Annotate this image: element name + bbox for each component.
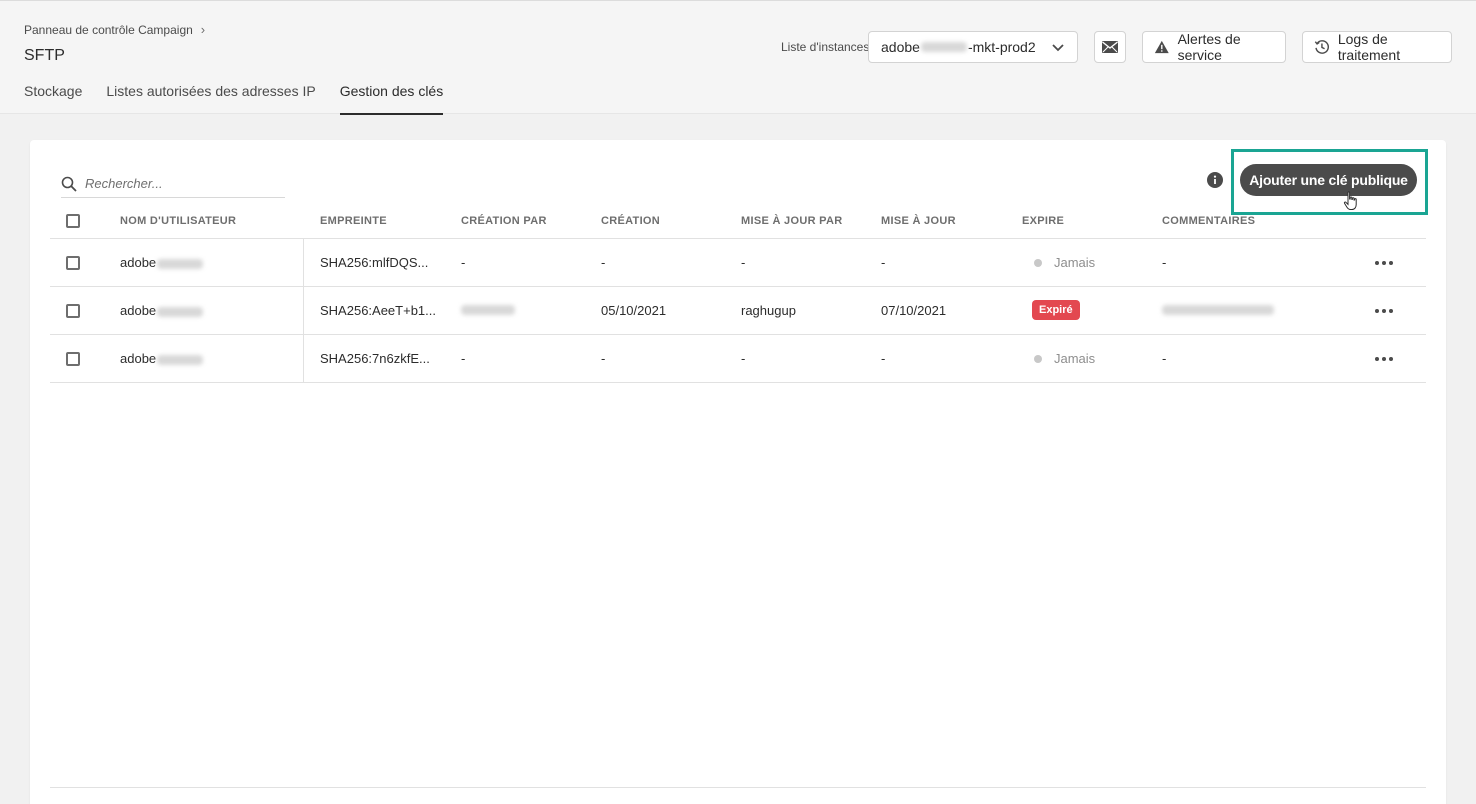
- username-cell: adobe: [120, 303, 204, 318]
- chevron-right-icon: ›: [200, 22, 206, 37]
- column-header-created-by[interactable]: CRÉATION PAR: [461, 215, 547, 227]
- table-footer-divider: [50, 787, 1426, 788]
- column-divider: [303, 287, 304, 335]
- redacted-text: [461, 305, 515, 315]
- username-text: adobe: [120, 255, 157, 270]
- updated-by-cell: raghugup: [741, 303, 796, 318]
- history-icon: [1314, 40, 1329, 54]
- created-by-cell: -: [461, 255, 466, 270]
- column-header-fingerprint[interactable]: EMPREINTE: [320, 215, 387, 227]
- created-cell: -: [601, 351, 606, 366]
- tab-storage[interactable]: Stockage: [24, 83, 82, 115]
- column-header-username[interactable]: NOM D'UTILISATEUR: [120, 215, 236, 227]
- column-divider: [303, 239, 304, 287]
- info-icon[interactable]: [1207, 172, 1223, 188]
- email-alert-button[interactable]: [1094, 31, 1126, 63]
- instance-value-prefix: adobe: [881, 39, 920, 55]
- instance-list-label: Liste d'instances: [781, 40, 870, 54]
- breadcrumb-link[interactable]: Panneau de contrôle Campaign: [24, 23, 193, 37]
- username-text: adobe: [120, 303, 157, 318]
- updated-by-cell: -: [741, 255, 746, 270]
- processing-logs-button[interactable]: Logs de traitement: [1302, 31, 1452, 63]
- redacted-text: [920, 42, 967, 52]
- status-dot: [1034, 354, 1042, 363]
- created-by-cell: -: [461, 351, 466, 366]
- updated-cell: -: [881, 351, 886, 366]
- column-header-updated[interactable]: MISE À JOUR: [881, 215, 956, 227]
- redacted-text: [157, 306, 204, 317]
- add-public-key-button[interactable]: Ajouter une clé publique: [1240, 164, 1417, 196]
- column-header-updated-by[interactable]: MISE À JOUR PAR: [741, 215, 842, 227]
- table-row[interactable]: adobe SHA256:7n6zkfE... - - - - Jamais -: [50, 335, 1426, 383]
- tab-key-management[interactable]: Gestion des clés: [339, 83, 443, 115]
- select-all-checkbox[interactable]: [66, 214, 80, 228]
- expires-text: Jamais: [1054, 255, 1096, 270]
- breadcrumb: Panneau de contrôle Campaign ›: [24, 22, 205, 37]
- table-row[interactable]: adobe SHA256:mlfDQS... - - - - Jamais -: [50, 239, 1426, 287]
- column-header-expires[interactable]: EXPIRE: [1022, 215, 1064, 227]
- table-header: NOM D'UTILISATEUR EMPREINTE CRÉATION PAR…: [50, 208, 1426, 239]
- search-icon: [61, 176, 77, 192]
- mail-icon: [1102, 41, 1118, 53]
- expires-text: Jamais: [1054, 351, 1096, 366]
- table-row[interactable]: adobe SHA256:AeeT+b1... 05/10/2021 raghu…: [50, 287, 1426, 335]
- instance-select[interactable]: adobe -mkt-prod2: [868, 31, 1078, 63]
- processing-logs-label: Logs de traitement: [1337, 31, 1401, 63]
- more-actions-button[interactable]: [1372, 301, 1396, 321]
- fingerprint-cell: SHA256:mlfDQS...: [320, 255, 429, 270]
- row-checkbox[interactable]: [66, 256, 80, 270]
- expires-cell: Jamais: [1034, 255, 1095, 270]
- warning-icon: [1154, 40, 1169, 54]
- comments-cell: [1162, 303, 1274, 318]
- search-field[interactable]: Rechercher...: [61, 170, 285, 198]
- fingerprint-cell: SHA256:7n6zkfE...: [320, 351, 430, 366]
- column-divider: [303, 335, 304, 383]
- username-text: adobe: [120, 351, 157, 366]
- tab-bar: Stockage Listes autorisées des adresses …: [24, 83, 443, 115]
- service-alerts-label: Alertes de service: [1177, 31, 1241, 63]
- row-checkbox[interactable]: [66, 304, 80, 318]
- username-cell: adobe: [120, 351, 204, 366]
- updated-cell: 07/10/2021: [881, 303, 947, 318]
- instance-value-suffix: -mkt-prod2: [967, 39, 1036, 55]
- column-header-created[interactable]: CRÉATION: [601, 215, 660, 227]
- search-input[interactable]: Rechercher...: [85, 176, 163, 191]
- expired-badge: Expiré: [1032, 300, 1080, 320]
- app-header: Panneau de contrôle Campaign › SFTP Stoc…: [0, 0, 1476, 115]
- created-by-cell: [461, 303, 515, 318]
- chevron-down-icon: [1052, 44, 1064, 52]
- more-actions-button[interactable]: [1372, 253, 1396, 273]
- redacted-text: [1162, 305, 1274, 315]
- comments-cell: -: [1162, 351, 1167, 366]
- comments-cell: -: [1162, 255, 1167, 270]
- service-alerts-button[interactable]: Alertes de service: [1142, 31, 1286, 63]
- expires-cell: Jamais: [1034, 351, 1095, 366]
- redacted-text: [157, 354, 204, 365]
- redacted-text: [157, 258, 204, 269]
- page-title: SFTP: [24, 47, 65, 64]
- username-cell: adobe: [120, 255, 204, 270]
- fingerprint-cell: SHA256:AeeT+b1...: [320, 303, 436, 318]
- key-management-panel: Rechercher... Ajouter une clé publique N…: [30, 140, 1446, 804]
- column-header-comments[interactable]: COMMENTAIRES: [1162, 215, 1255, 227]
- row-checkbox[interactable]: [66, 352, 80, 366]
- status-dot: [1034, 258, 1042, 267]
- created-cell: -: [601, 255, 606, 270]
- created-cell: 05/10/2021: [601, 303, 667, 318]
- tab-ip-allowlists[interactable]: Listes autorisées des adresses IP: [106, 83, 315, 115]
- updated-cell: -: [881, 255, 886, 270]
- more-actions-button[interactable]: [1372, 349, 1396, 369]
- updated-by-cell: -: [741, 351, 746, 366]
